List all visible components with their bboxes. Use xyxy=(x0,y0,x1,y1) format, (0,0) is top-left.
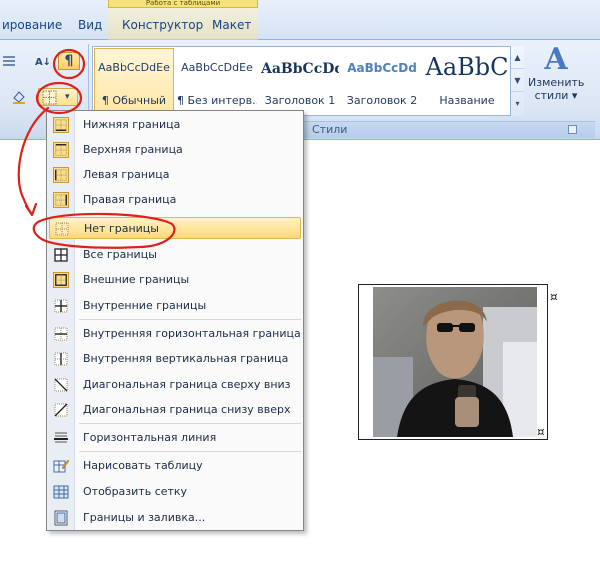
change-styles-label-2: стили ▾ xyxy=(534,89,578,102)
tab-layout[interactable]: Макет xyxy=(212,18,251,32)
change-styles-label: Изменить xyxy=(528,76,585,89)
menu-item-label: Левая граница xyxy=(83,168,170,181)
styles-group-label: Стили xyxy=(312,123,348,136)
style-heading-1[interactable]: AaBbCcDd Заголовок 1 xyxy=(260,48,340,114)
scroll-down-icon[interactable]: ▼ xyxy=(511,69,524,92)
dialog-launcher-icon[interactable] xyxy=(568,125,577,134)
menu-item-label: Внешние границы xyxy=(83,273,190,286)
diagonal-up-border-icon xyxy=(54,403,68,417)
cell-end-mark: ¤ xyxy=(550,290,558,304)
style-title[interactable]: AaBbC Название xyxy=(424,48,510,114)
scroll-up-icon[interactable]: ▲ xyxy=(511,46,524,69)
menu-item-outside-borders[interactable]: Внешние границы xyxy=(49,269,301,291)
inside-horizontal-border-icon xyxy=(54,327,68,341)
menu-item-inside-horizontal-border[interactable]: Внутренняя горизонтальная граница xyxy=(49,323,301,345)
menu-item-label: Границы и заливка... xyxy=(83,511,206,524)
menu-item-no-border[interactable]: Нет границы xyxy=(49,217,301,239)
style-name: Заголовок 1 xyxy=(264,94,336,107)
view-gridlines-icon xyxy=(53,485,69,499)
menu-item-label: Правая граница xyxy=(83,193,177,206)
change-styles-button[interactable]: A Изменить стили ▾ xyxy=(528,44,584,118)
contextual-tab-header: Работа с таблицами xyxy=(108,0,258,8)
style-name: Заголовок 2 xyxy=(346,94,418,107)
style-name: ¶ Без интерв... xyxy=(177,94,258,107)
style-heading-2[interactable]: AaBbCcDd Заголовок 2 xyxy=(342,48,422,114)
left-border-icon xyxy=(53,167,69,183)
menu-item-label: Верхняя граница xyxy=(83,143,183,156)
show-formatting-button[interactable]: ¶ xyxy=(58,52,80,70)
menu-item-diagonal-up-border[interactable]: Диагональная граница снизу вверх xyxy=(49,399,301,421)
menu-separator xyxy=(79,319,301,320)
align-list-icon[interactable] xyxy=(0,52,18,70)
menu-item-all-borders[interactable]: Все границы xyxy=(49,244,301,266)
menu-item-left-border[interactable]: Левая граница xyxy=(49,164,301,186)
bottom-border-icon xyxy=(53,117,69,133)
style-sample: AaBbCcDd xyxy=(347,61,417,75)
gallery-more-icon[interactable]: ▾ xyxy=(511,92,524,115)
menu-item-label: Диагональная граница сверху вниз xyxy=(83,378,291,391)
menu-item-label: Нижняя граница xyxy=(83,118,181,131)
row-end-mark: ¤ xyxy=(537,425,545,439)
sort-icon: A↓ xyxy=(34,57,52,68)
pilcrow-icon: ¶ xyxy=(64,53,74,69)
tab-review[interactable]: ирование xyxy=(2,18,62,32)
menu-item-top-border[interactable]: Верхняя граница xyxy=(49,139,301,161)
no-border-icon xyxy=(55,222,69,236)
menu-item-label: Внутренние границы xyxy=(83,299,207,312)
sort-button[interactable]: A↓ xyxy=(32,52,54,70)
gallery-scrollbar[interactable]: ▲ ▼ ▾ xyxy=(510,46,524,116)
menu-separator xyxy=(79,451,301,452)
menu-item-bottom-border[interactable]: Нижняя граница xyxy=(49,114,301,136)
style-sample: AaBbCcDd xyxy=(261,61,340,77)
menu-item-right-border[interactable]: Правая граница xyxy=(49,189,301,211)
style-no-spacing[interactable]: AaBbCcDdEe ¶ Без интерв... xyxy=(176,48,258,114)
outside-borders-icon xyxy=(53,272,69,288)
menu-item-label: Нарисовать таблицу xyxy=(83,459,203,472)
menu-item-label: Внутренняя горизонтальная граница xyxy=(83,327,301,340)
tab-design[interactable]: Конструктор xyxy=(122,18,203,32)
ribbon-tab-strip: Работа с таблицами ирование Вид Конструк… xyxy=(0,0,600,40)
borders-dropdown-menu: Нижняя граница Верхняя граница Левая гра… xyxy=(46,110,304,531)
draw-table-icon xyxy=(53,459,69,473)
top-border-icon xyxy=(53,142,69,158)
menu-item-draw-table[interactable]: Нарисовать таблицу xyxy=(49,455,301,477)
menu-item-diagonal-down-border[interactable]: Диагональная граница сверху вниз xyxy=(49,374,301,396)
style-normal[interactable]: AaBbCcDdEe ¶ Обычный xyxy=(94,48,174,114)
menu-item-label: Диагональная граница снизу вверх xyxy=(83,403,291,416)
menu-item-inside-borders[interactable]: Внутренние границы xyxy=(49,295,301,317)
tab-view[interactable]: Вид xyxy=(78,18,102,32)
change-styles-icon: A xyxy=(544,42,568,77)
menu-item-inside-vertical-border[interactable]: Внутренняя вертикальная граница xyxy=(49,348,301,370)
menu-item-label: Все границы xyxy=(83,248,157,261)
menu-item-label: Отобразить сетку xyxy=(83,485,188,498)
all-borders-icon xyxy=(54,248,68,262)
style-name: Название xyxy=(439,94,495,107)
inside-vertical-border-icon xyxy=(54,352,68,366)
menu-item-label: Нет границы xyxy=(84,222,159,235)
menu-separator xyxy=(79,423,301,424)
menu-item-horizontal-line[interactable]: Горизонтальная линия xyxy=(49,427,301,449)
menu-item-borders-and-shading[interactable]: Границы и заливка... xyxy=(49,507,301,529)
inside-borders-icon xyxy=(54,299,68,313)
menu-item-label: Внутренняя вертикальная граница xyxy=(83,352,289,365)
borders-shading-icon xyxy=(54,510,68,526)
horizontal-line-icon xyxy=(54,432,68,443)
chevron-down-icon: ▾ xyxy=(65,92,70,102)
photo-image[interactable] xyxy=(373,287,537,437)
style-name: ¶ Обычный xyxy=(101,94,167,107)
style-sample: AaBbC xyxy=(425,53,509,81)
diagonal-down-border-icon xyxy=(54,378,68,392)
borders-button[interactable]: ▾ xyxy=(38,88,78,106)
menu-item-view-gridlines[interactable]: Отобразить сетку xyxy=(49,481,301,503)
menu-item-label: Горизонтальная линия xyxy=(83,431,217,444)
borders-icon xyxy=(42,90,57,105)
style-sample: AaBbCcDdEe xyxy=(98,61,170,74)
right-border-icon xyxy=(53,192,69,208)
style-sample: AaBbCcDdEe xyxy=(181,61,253,74)
shading-icon[interactable] xyxy=(10,88,28,106)
